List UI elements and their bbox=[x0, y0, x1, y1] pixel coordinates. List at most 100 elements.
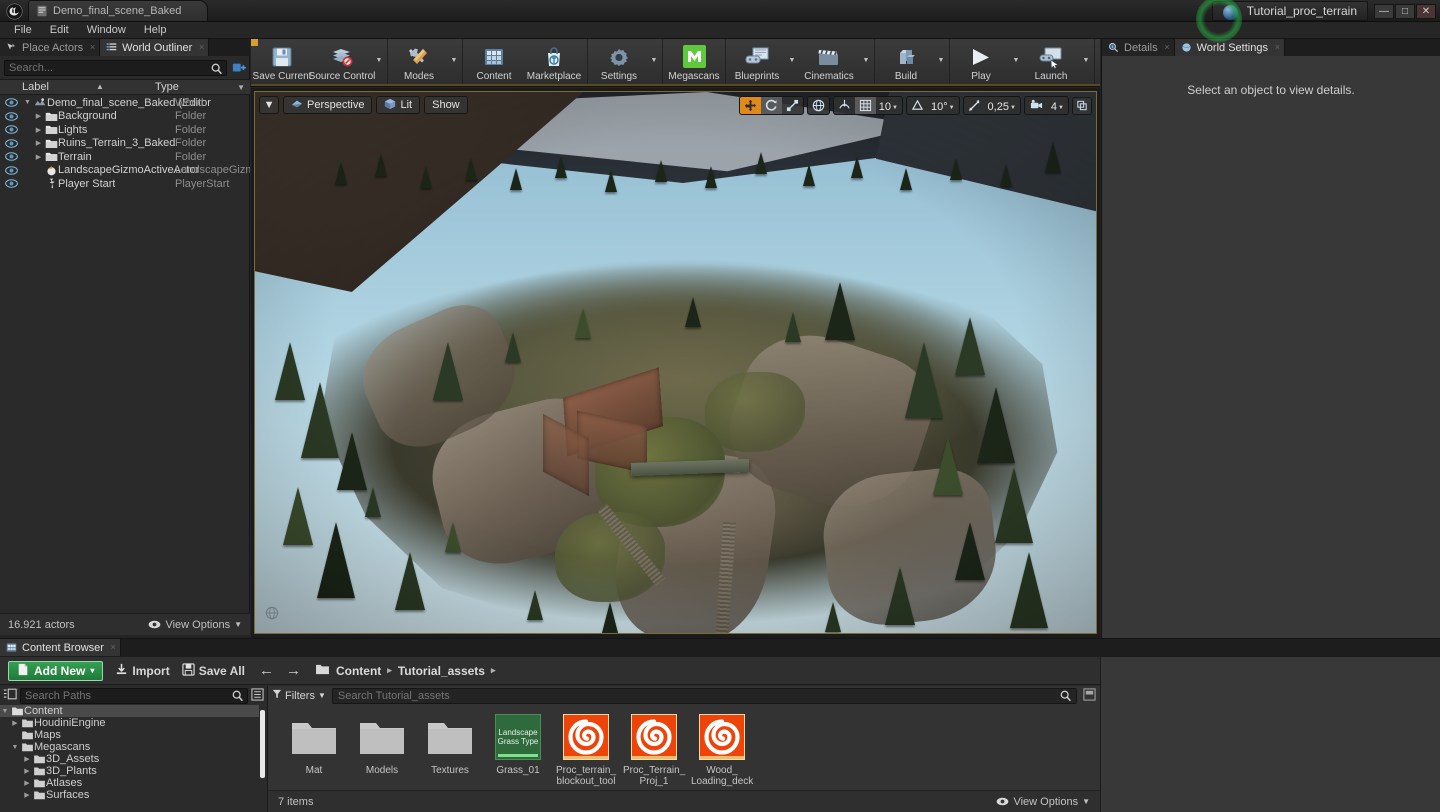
asset-grid[interactable]: Mat Models Textures Landscape Grass Type… bbox=[268, 708, 1100, 790]
chevron-down-icon[interactable]: ▼ bbox=[237, 83, 250, 92]
build-button[interactable]: Build bbox=[877, 39, 935, 86]
asset-item[interactable]: Wood_ Loading_deck bbox=[691, 714, 753, 790]
path-row[interactable]: ▶ Atlases bbox=[0, 777, 259, 789]
tab-details[interactable]: i Details × bbox=[1102, 39, 1175, 56]
visibility-eye-icon[interactable] bbox=[0, 179, 22, 189]
close-icon[interactable]: × bbox=[199, 42, 204, 52]
launch-dropdown[interactable]: ▼ bbox=[1080, 39, 1092, 86]
scale-snap-value[interactable]: 0,25 ▼ bbox=[985, 97, 1020, 114]
surface-snap-icon[interactable] bbox=[834, 97, 855, 114]
expander-icon[interactable]: ▼ bbox=[22, 99, 33, 106]
close-icon[interactable]: × bbox=[1164, 42, 1169, 52]
close-icon[interactable]: × bbox=[90, 42, 95, 52]
visibility-eye-icon[interactable] bbox=[0, 152, 22, 162]
import-button[interactable]: Import bbox=[115, 663, 170, 679]
expander-icon[interactable]: ▼ bbox=[0, 708, 10, 715]
settings-dropdown[interactable]: ▼ bbox=[648, 39, 660, 86]
minimize-button[interactable]: — bbox=[1374, 3, 1394, 19]
expander-icon[interactable]: ▼ bbox=[10, 744, 20, 751]
filters-button[interactable]: Filters ▼ bbox=[272, 689, 326, 702]
expander-icon[interactable]: ▶ bbox=[22, 767, 32, 775]
maximize-button[interactable]: □ bbox=[1395, 3, 1415, 19]
asset-item[interactable]: Textures bbox=[422, 714, 478, 790]
asset-item[interactable]: Landscape Grass Type Grass_01 bbox=[490, 714, 546, 790]
asset-item[interactable]: Proc_Terrain_ Proj_1 bbox=[623, 714, 685, 790]
translate-gizmo-icon[interactable] bbox=[739, 97, 761, 114]
outliner-row[interactable]: ▶ Lights Folder bbox=[0, 123, 250, 137]
grid-snap-value[interactable]: 10 ▼ bbox=[876, 97, 902, 114]
add-folder-button[interactable] bbox=[231, 60, 246, 75]
tab-content-browser[interactable]: Content Browser × bbox=[0, 639, 121, 656]
menu-edit[interactable]: Edit bbox=[42, 23, 77, 37]
expander-icon[interactable]: ▶ bbox=[22, 779, 32, 787]
scale-snap-icon[interactable] bbox=[964, 97, 985, 114]
visibility-eye-icon[interactable] bbox=[0, 98, 22, 108]
menu-window[interactable]: Window bbox=[79, 23, 134, 37]
view-mode-button[interactable]: Lit bbox=[376, 96, 421, 114]
asset-item[interactable]: Proc_terrain_ blockout_tool bbox=[556, 714, 616, 790]
blueprints-dropdown[interactable]: ▼ bbox=[786, 39, 798, 86]
paths-scrollbar-thumb[interactable] bbox=[260, 710, 265, 778]
asset-view-toggle-icon[interactable] bbox=[1083, 687, 1096, 704]
expander-icon[interactable]: ▶ bbox=[33, 153, 44, 161]
asset-item[interactable]: Mat bbox=[286, 714, 342, 790]
settings-button[interactable]: Settings bbox=[590, 39, 648, 86]
content-button[interactable]: Content bbox=[465, 39, 523, 86]
path-row[interactable]: ▶ Surfaces bbox=[0, 789, 259, 801]
rotate-gizmo-icon[interactable] bbox=[760, 97, 782, 114]
add-new-button[interactable]: Add New ▾ bbox=[8, 660, 104, 681]
visibility-eye-icon[interactable] bbox=[0, 138, 22, 148]
forward-button[interactable]: → bbox=[284, 662, 303, 679]
build-dropdown[interactable]: ▼ bbox=[935, 39, 947, 86]
expander-icon[interactable]: ▶ bbox=[10, 719, 20, 727]
maximize-viewport-button[interactable] bbox=[1072, 96, 1092, 115]
back-button[interactable]: ← bbox=[257, 662, 276, 679]
cinematics-dropdown[interactable]: ▼ bbox=[860, 39, 872, 86]
cinematics-button[interactable]: Cinematics bbox=[798, 39, 860, 86]
level-viewport[interactable]: ▼ Perspective Lit Show 10 ▼ 10° ▼ 0,25 ▼… bbox=[254, 91, 1097, 634]
perspective-button[interactable]: Perspective bbox=[283, 96, 373, 114]
expander-icon[interactable]: ▶ bbox=[22, 755, 32, 763]
asset-path-tree[interactable]: ▼ Content ▶ HoudiniEngine Maps ▼ Megasca… bbox=[0, 705, 259, 812]
save-current-button[interactable]: Save Current bbox=[253, 39, 311, 86]
outliner-view-options-button[interactable]: View Options ▼ bbox=[148, 619, 242, 631]
megascans-button[interactable]: Megascans bbox=[665, 39, 723, 86]
path-row[interactable]: ▶ 3D_Plants bbox=[0, 765, 259, 777]
blueprints-button[interactable]: Blueprints bbox=[728, 39, 786, 86]
outliner-row[interactable]: ▶ Background Folder bbox=[0, 110, 250, 124]
asset-search-input[interactable] bbox=[337, 689, 1071, 702]
outliner-tree[interactable]: ▼ Demo_final_scene_Baked (Editor World ▶… bbox=[0, 96, 250, 613]
path-row[interactable]: Maps bbox=[0, 729, 259, 741]
camera-speed-icon[interactable] bbox=[1025, 97, 1048, 114]
assets-view-options-button[interactable]: View Options ▼ bbox=[996, 796, 1090, 808]
launch-button[interactable]: Launch bbox=[1022, 39, 1080, 86]
paths-search-box[interactable] bbox=[20, 687, 248, 704]
visibility-eye-icon[interactable] bbox=[0, 111, 22, 121]
path-row[interactable]: ▶ HoudiniEngine bbox=[0, 717, 259, 729]
path-row[interactable]: ▼ Megascans bbox=[0, 741, 259, 753]
save-all-button[interactable]: Save All bbox=[182, 662, 245, 679]
modes-button[interactable]: Modes bbox=[390, 39, 448, 86]
play-dropdown[interactable]: ▼ bbox=[1010, 39, 1022, 86]
outliner-row[interactable]: ▶ Ruins_Terrain_3_Baked Folder bbox=[0, 137, 250, 151]
expander-icon[interactable]: ▶ bbox=[33, 126, 44, 134]
expander-icon[interactable]: ▶ bbox=[33, 112, 44, 120]
modes-dropdown[interactable]: ▼ bbox=[448, 39, 460, 86]
expander-icon[interactable]: ▶ bbox=[33, 139, 44, 147]
angle-snap-value[interactable]: 10° ▼ bbox=[928, 97, 959, 114]
tab-world-outliner[interactable]: World Outliner × bbox=[100, 39, 210, 56]
column-label[interactable]: Label ▲ bbox=[0, 81, 155, 93]
viewport-options-menu[interactable]: ▼ bbox=[259, 96, 279, 114]
breadcrumb-content[interactable]: Content bbox=[336, 664, 381, 678]
close-icon[interactable]: × bbox=[1275, 42, 1280, 52]
world-coords-icon[interactable] bbox=[808, 97, 829, 114]
menu-help[interactable]: Help bbox=[136, 23, 175, 37]
angle-snap-icon[interactable] bbox=[907, 97, 928, 114]
grid-snap-icon[interactable] bbox=[854, 97, 876, 114]
project-chip[interactable]: Tutorial_proc_terrain bbox=[1211, 1, 1368, 21]
expander-icon[interactable]: ▶ bbox=[22, 791, 32, 799]
column-type[interactable]: Type bbox=[155, 81, 225, 93]
visibility-eye-icon[interactable] bbox=[0, 165, 22, 175]
path-row[interactable]: ▼ Content bbox=[0, 705, 259, 717]
menu-file[interactable]: File bbox=[6, 23, 40, 37]
